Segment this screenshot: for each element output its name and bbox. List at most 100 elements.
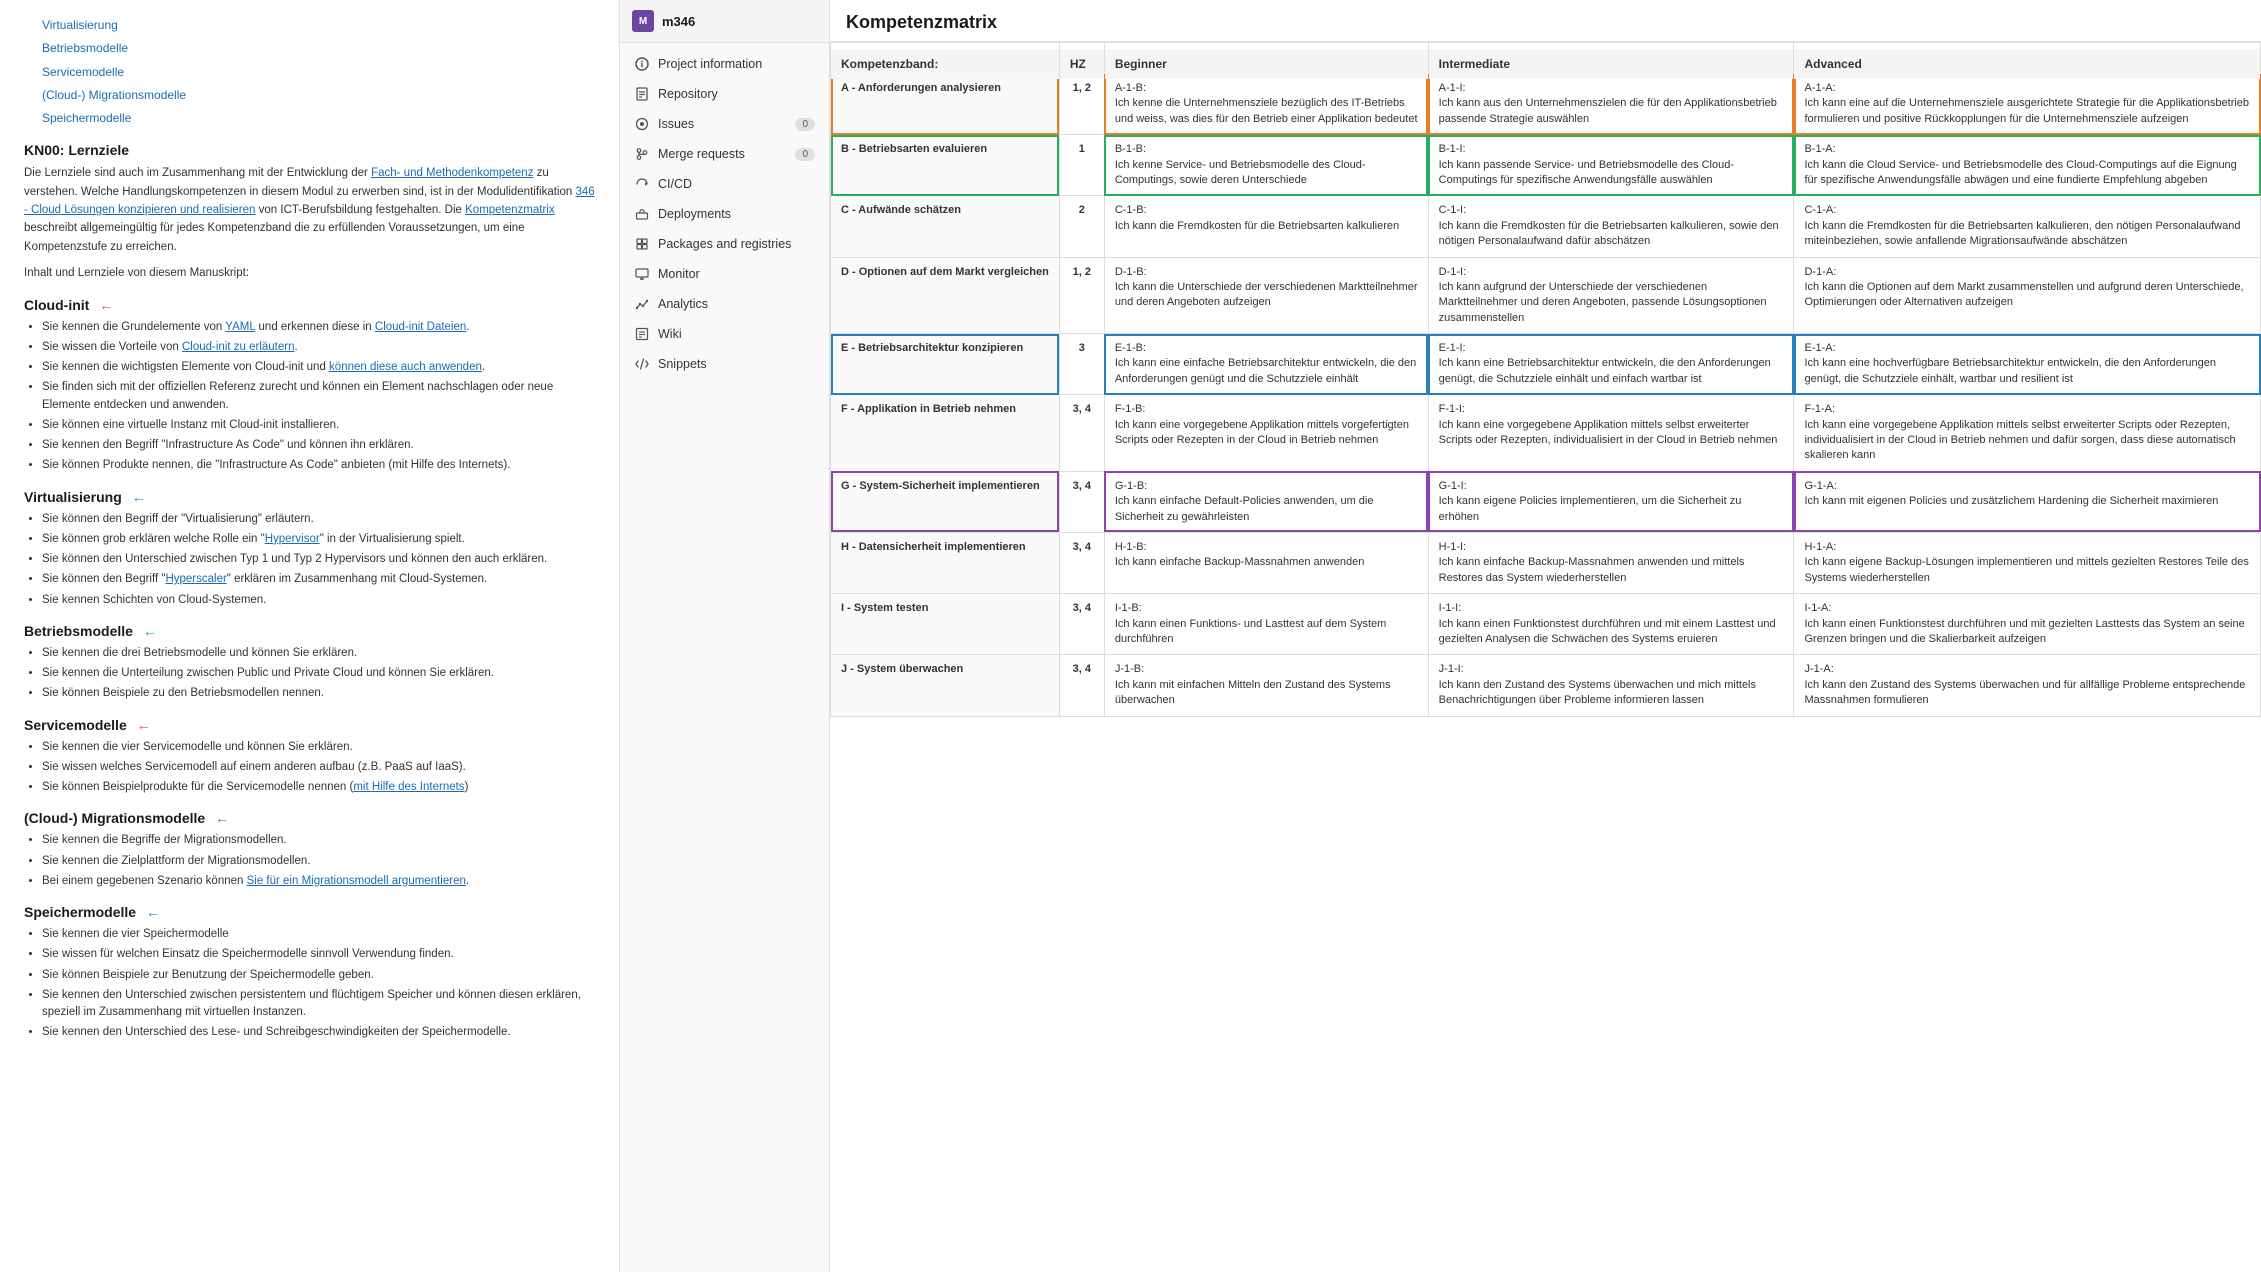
link-hyperscaler[interactable]: Hyperscaler (165, 573, 226, 585)
list-item: Sie können den Begriff der "Virtualisier… (42, 511, 595, 528)
project-icon: M (632, 10, 654, 32)
sidebar-item-snippets[interactable]: Snippets (620, 349, 829, 379)
repo-icon (634, 86, 650, 102)
issues-badge: 0 (795, 118, 815, 131)
col-header-intermediate: Intermediate (1428, 48, 1794, 79)
band-cell: G - System-Sicherheit implementieren (831, 471, 1060, 532)
list-item: Sie kennen Schichten von Cloud-Systemen. (42, 592, 595, 609)
band-cell: C - Aufwände schätzen (831, 196, 1060, 257)
link-cloudinit-anwenden[interactable]: können diese auch anwenden (329, 361, 482, 373)
link-servicemodelle-internet[interactable]: mit Hilfe des Internets (353, 781, 464, 793)
beginner-cell: J-1-B:Ich kann mit einfachen Mitteln den… (1104, 655, 1428, 716)
hz-cell: 3, 4 (1059, 594, 1104, 655)
link-kompetenzmatrix[interactable]: Kompetenzmatrix (465, 204, 554, 216)
sidebar-item-cicd[interactable]: CI/CD (620, 169, 829, 199)
advanced-cell: F-1-A:Ich kann eine vorgegebene Applikat… (1794, 395, 2261, 472)
sidebar-item-label: Snippets (658, 357, 707, 371)
hz-cell: 3, 4 (1059, 395, 1104, 472)
section-title-speichermodelle: Speichermodelle ← (24, 904, 595, 920)
sidebar-item-monitor[interactable]: Monitor (620, 259, 829, 289)
beginner-cell: H-1-B:Ich kann einfache Backup-Massnahme… (1104, 532, 1428, 593)
advanced-cell: A-1-A:Ich kann eine auf die Unternehmens… (1794, 74, 2261, 135)
intermediate-cell: B-1-I:Ich kann passende Service- und Bet… (1428, 135, 1794, 196)
table-row: I - System testen 3, 4 I-1-B:Ich kann ei… (831, 594, 2261, 655)
sidebar-item-issues[interactable]: Issues 0 (620, 109, 829, 139)
col-header-beginner: Beginner (1104, 48, 1428, 79)
hz-cell: 3, 4 (1059, 655, 1104, 716)
toc-speichermodelle[interactable]: Speichermodelle (42, 111, 131, 125)
hz-cell: 1 (1059, 135, 1104, 196)
sidebar-navigation: Project information Repository Issue (620, 43, 829, 385)
sidebar-item-label: Issues (658, 117, 694, 131)
kn00-subtext: Inhalt und Lernziele von diesem Manuskri… (24, 264, 595, 282)
toc-servicemodelle[interactable]: Servicemodelle (42, 65, 124, 79)
toc-betriebsmodelle[interactable]: Betriebsmodelle (42, 41, 128, 55)
hz-cell: 1, 2 (1059, 74, 1104, 135)
intermediate-cell: H-1-I:Ich kann einfache Backup-Massnahme… (1428, 532, 1794, 593)
snippets-icon (634, 356, 650, 372)
link-hypervisor[interactable]: Hypervisor (265, 533, 320, 545)
analytics-icon (634, 296, 650, 312)
list-item: Sie können grob erklären welche Rolle ei… (42, 531, 595, 548)
advanced-cell: E-1-A:Ich kann eine hochverfügbare Betri… (1794, 334, 2261, 395)
sidebar-item-project-information[interactable]: Project information (620, 49, 829, 79)
link-cloudinit-vorteile[interactable]: Cloud-init zu erläutern (182, 341, 295, 353)
intermediate-cell: E-1-I:Ich kann eine Betriebsarchitektur … (1428, 334, 1794, 395)
beginner-cell: A-1-B:Ich kenne die Unternehmensziele be… (1104, 74, 1428, 135)
speichermodelle-list: Sie kennen die vier Speichermodelle Sie … (42, 926, 595, 1042)
link-cloudinit-dateien[interactable]: Cloud-init Dateien (375, 321, 466, 333)
issues-icon (634, 116, 650, 132)
list-item: Sie kennen den Unterschied zwischen pers… (42, 987, 595, 1022)
list-item: Sie wissen welches Servicemodell auf ein… (42, 759, 595, 776)
beginner-cell: E-1-B:Ich kann eine einfache Betriebsarc… (1104, 334, 1428, 395)
band-cell: H - Datensicherheit implementieren (831, 532, 1060, 593)
matrix-title: Kompetenzmatrix (830, 0, 2261, 42)
betriebsmodelle-list: Sie kennen die drei Betriebsmodelle und … (42, 645, 595, 703)
band-cell: B - Betriebsarten evaluieren (831, 135, 1060, 196)
toc-migrationsmodelle[interactable]: (Cloud-) Migrationsmodelle (42, 88, 186, 102)
list-item: Sie kennen den Begriff "Infrastructure A… (42, 437, 595, 454)
advanced-cell: H-1-A:Ich kann eigene Backup-Lösungen im… (1794, 532, 2261, 593)
list-item: Sie kennen den Unterschied des Lese- und… (42, 1024, 595, 1041)
table-row: G - System-Sicherheit implementieren 3, … (831, 471, 2261, 532)
arrow-migrationsmodelle: ← (215, 810, 229, 826)
wiki-icon (634, 326, 650, 342)
hz-cell: 3, 4 (1059, 532, 1104, 593)
intermediate-cell: C-1-I:Ich kann die Fremdkosten für die B… (1428, 196, 1794, 257)
monitor-icon (634, 266, 650, 282)
sidebar-item-packages[interactable]: Packages and registries (620, 229, 829, 259)
link-fach[interactable]: Fach- und Methodenkompetenz (371, 167, 533, 179)
sidebar-item-label: Merge requests (658, 147, 745, 161)
section-title-servicemodelle: Servicemodelle ← (24, 717, 595, 733)
intermediate-cell: J-1-I:Ich kann den Zustand des Systems ü… (1428, 655, 1794, 716)
sidebar-item-wiki[interactable]: Wiki (620, 319, 829, 349)
intermediate-cell: F-1-I:Ich kann eine vorgegebene Applikat… (1428, 395, 1794, 472)
advanced-cell: B-1-A:Ich kann die Cloud Service- und Be… (1794, 135, 2261, 196)
advanced-cell: C-1-A:Ich kann die Fremdkosten für die B… (1794, 196, 2261, 257)
table-row: B - Betriebsarten evaluieren 1 B-1-B:Ich… (831, 135, 2261, 196)
list-item: Sie kennen die vier Servicemodelle und k… (42, 739, 595, 756)
table-row: J - System überwachen 3, 4 J-1-B:Ich kan… (831, 655, 2261, 716)
sidebar-item-analytics[interactable]: Analytics (620, 289, 829, 319)
section-title-virtualisierung: Virtualisierung ← (24, 489, 595, 505)
toc-virtualisierung[interactable]: Virtualisierung (42, 18, 118, 32)
link-migrationsmodell[interactable]: Sie für ein Migrationsmodell argumentier… (247, 875, 466, 887)
sidebar-item-label: Deployments (658, 207, 731, 221)
arrow-speichermodelle: ← (146, 904, 160, 920)
sidebar-item-repository[interactable]: Repository (620, 79, 829, 109)
advanced-cell: I-1-A:Ich kann einen Funktionstest durch… (1794, 594, 2261, 655)
sidebar-header: M m346 (620, 0, 829, 43)
list-item: Sie können den Begriff "Hyperscaler" erk… (42, 571, 595, 588)
hz-cell: 2 (1059, 196, 1104, 257)
advanced-cell: G-1-A:Ich kann mit eigenen Policies und … (1794, 471, 2261, 532)
list-item: Sie kennen die wichtigsten Elemente von … (42, 359, 595, 376)
band-cell: J - System überwachen (831, 655, 1060, 716)
list-item: Sie kennen die Zielplattform der Migrati… (42, 853, 595, 870)
sidebar-item-label: Repository (658, 87, 718, 101)
advanced-cell: J-1-A:Ich kann den Zustand des Systems ü… (1794, 655, 2261, 716)
sidebar-item-merge-requests[interactable]: Merge requests 0 (620, 139, 829, 169)
sidebar-item-deployments[interactable]: Deployments (620, 199, 829, 229)
band-cell: A - Anforderungen analysieren (831, 74, 1060, 135)
link-yaml[interactable]: YAML (225, 321, 255, 333)
matrix-panel: Kompetenzmatrix Kompetenzband: HZ Beginn… (830, 0, 2261, 1272)
